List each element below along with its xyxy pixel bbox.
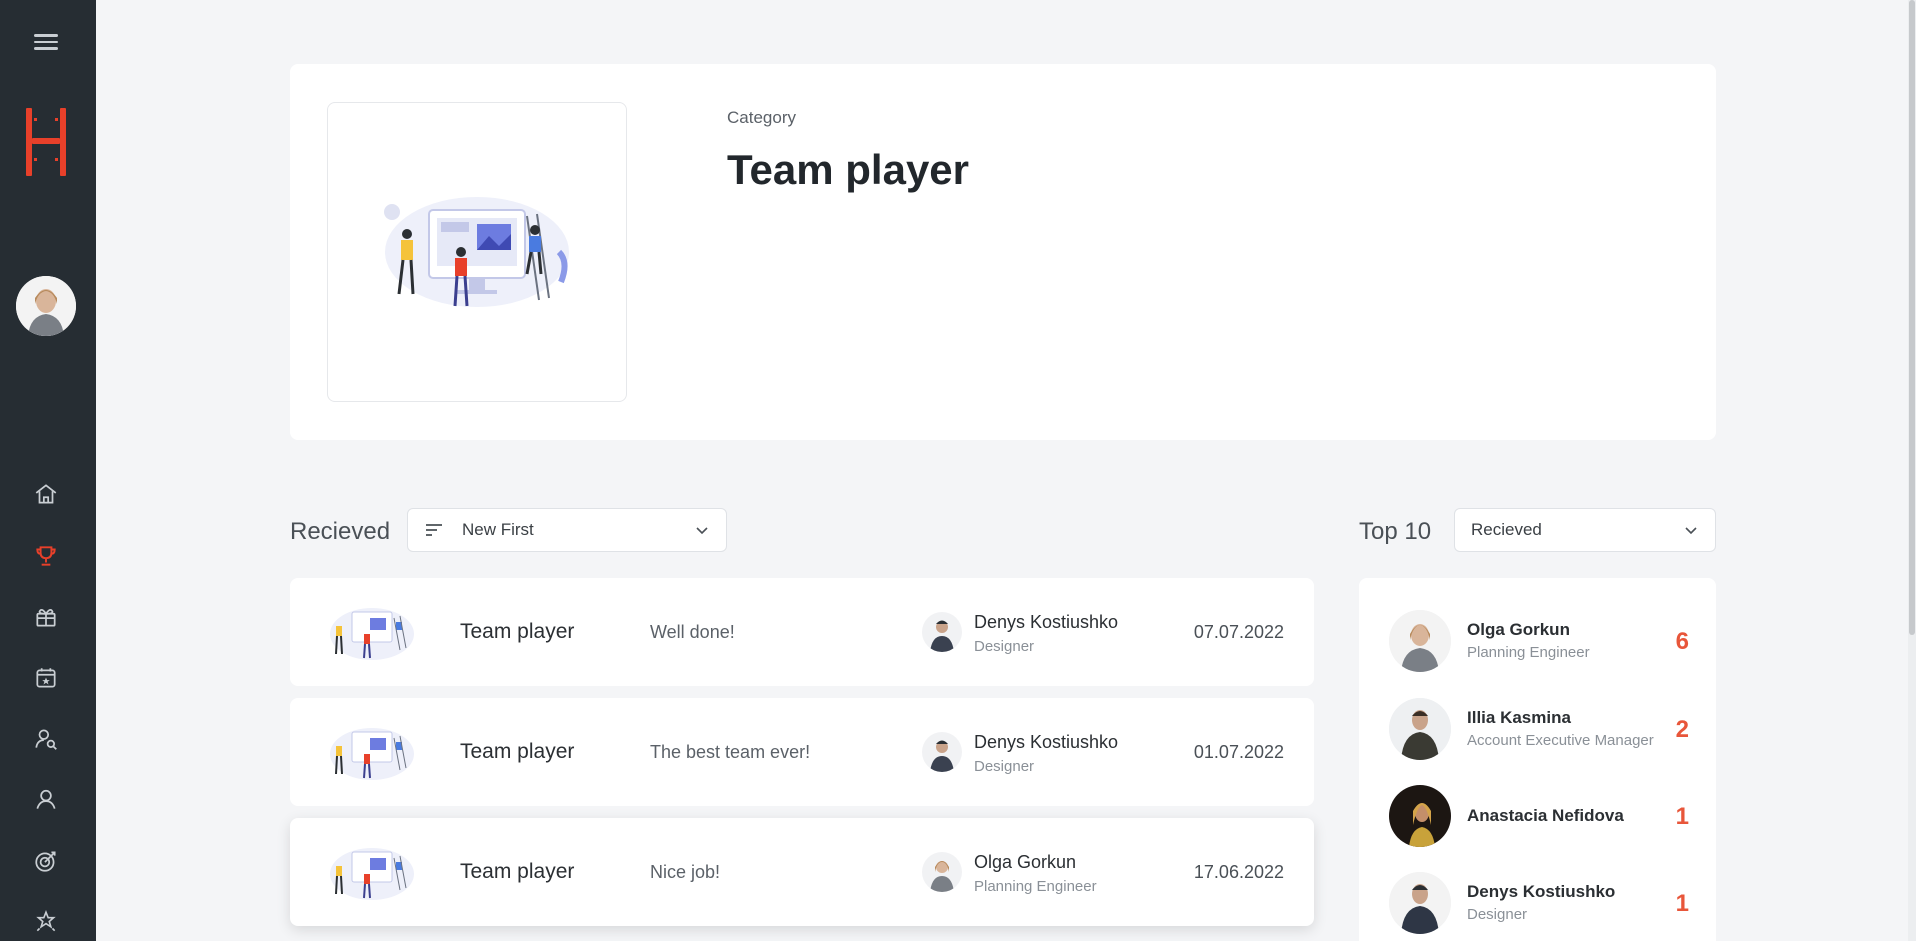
item-message: The best team ever! — [650, 742, 811, 762]
sender-name: Denys Kostiushko — [974, 732, 1119, 752]
logo[interactable] — [24, 108, 68, 176]
category-title: Team player — [727, 146, 970, 193]
item-date: 07.07.2022 — [1193, 622, 1284, 642]
sender-avatar — [922, 852, 962, 892]
received-item[interactable]: Team player Nice job! Olga Gorkun Planni… — [290, 818, 1314, 926]
user-search-icon[interactable] — [30, 723, 62, 755]
sender-role: Designer — [974, 758, 1035, 775]
category-header-card: Category Team player — [290, 64, 1716, 440]
menu-icon[interactable] — [31, 30, 61, 56]
top10-count: 1 — [1675, 803, 1689, 830]
avatar — [1389, 872, 1451, 934]
top10-filter-value: Recieved — [1471, 520, 1542, 539]
top10-filter-select[interactable]: Recieved — [1454, 508, 1716, 552]
item-title: Team player — [460, 740, 575, 763]
user-avatar[interactable] — [16, 276, 76, 336]
sender-name: Olga Gorkun — [974, 852, 1077, 872]
item-title: Team player — [460, 860, 575, 883]
top10-row[interactable]: Denys Kostiushko Designer 1 — [1389, 872, 1699, 936]
item-date: 01.07.2022 — [1193, 742, 1284, 762]
top10-role: Designer — [1467, 906, 1528, 923]
home-icon[interactable] — [30, 478, 62, 510]
sender-role: Planning Engineer — [974, 878, 1097, 895]
target-icon[interactable] — [30, 845, 62, 877]
item-message: Well done! — [650, 622, 735, 642]
top10-name: Anastacia Nefidova — [1467, 806, 1624, 825]
top10-name: Olga Gorkun — [1467, 620, 1570, 639]
top10-name: Illia Kasmina — [1467, 708, 1571, 727]
avatar — [1389, 698, 1451, 760]
top10-count: 6 — [1675, 628, 1689, 655]
avatar — [1389, 610, 1451, 672]
gift-icon[interactable] — [30, 601, 62, 633]
category-label: Category — [727, 108, 796, 127]
avatar — [1389, 785, 1451, 847]
top10-row[interactable]: Olga Gorkun Planning Engineer 6 — [1389, 610, 1699, 674]
top10-title: Top 10 — [1359, 518, 1432, 545]
category-thumbnail — [328, 840, 416, 904]
user-icon[interactable] — [30, 784, 62, 816]
stars-icon[interactable] — [30, 906, 62, 938]
calendar-star-icon[interactable] — [30, 662, 62, 694]
top10-count: 1 — [1675, 890, 1689, 917]
top10-role: Planning Engineer — [1467, 644, 1590, 661]
item-title: Team player — [460, 620, 575, 643]
received-item[interactable]: Team player The best team ever! Denys Ko… — [290, 698, 1314, 806]
received-item[interactable]: Team player Well done! Denys Kostiushko … — [290, 578, 1314, 686]
top10-row[interactable]: Anastacia Nefidova 1 — [1389, 785, 1699, 849]
category-thumbnail — [328, 720, 416, 784]
scrollbar-thumb[interactable] — [1909, 0, 1915, 635]
top10-card: Olga Gorkun Planning Engineer 6 Illia Ka… — [1359, 578, 1716, 941]
category-illustration — [327, 102, 627, 402]
item-message: Nice job! — [650, 862, 721, 882]
sidebar — [0, 0, 96, 941]
top10-name: Denys Kostiushko — [1467, 882, 1616, 901]
top10-role: Account Executive Manager — [1467, 732, 1654, 749]
sort-icon — [426, 524, 442, 536]
sort-select-value: New First — [462, 520, 534, 539]
chevron-down-icon — [696, 527, 708, 535]
received-title: Recieved — [290, 518, 391, 545]
sender-role: Designer — [974, 638, 1035, 655]
sort-select[interactable]: New First — [407, 508, 727, 552]
sender-name: Denys Kostiushko — [974, 612, 1119, 632]
top10-row[interactable]: Illia Kasmina Account Executive Manager … — [1389, 698, 1699, 762]
item-date: 17.06.2022 — [1193, 862, 1284, 882]
chevron-down-icon — [1685, 527, 1697, 535]
category-thumbnail — [328, 600, 416, 664]
sender-avatar — [922, 732, 962, 772]
scrollbar[interactable] — [1908, 0, 1916, 941]
top10-count: 2 — [1675, 716, 1689, 743]
trophy-icon[interactable] — [30, 540, 62, 572]
sender-avatar — [922, 612, 962, 652]
